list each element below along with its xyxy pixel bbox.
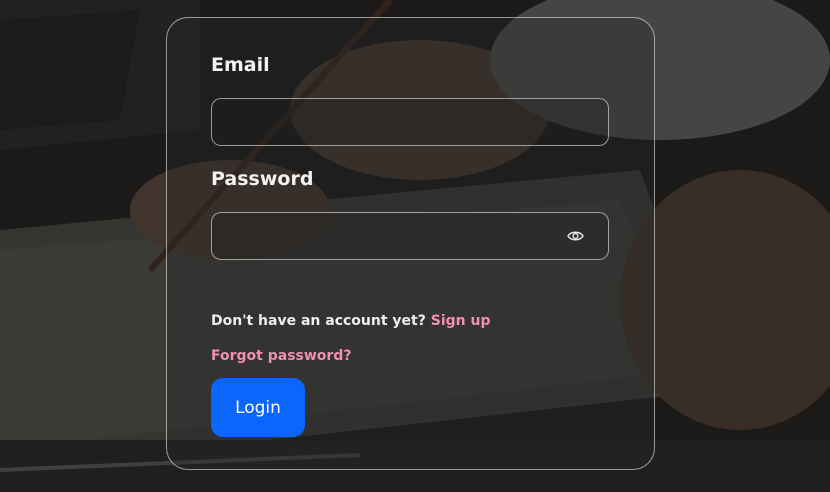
password-field[interactable] [212, 213, 608, 259]
password-field-container [211, 212, 609, 260]
email-field-container [211, 98, 609, 146]
login-button[interactable]: Login [211, 378, 305, 437]
login-card: Email Password Don't have an account yet… [166, 17, 655, 470]
forgot-password-link[interactable]: Forgot password? [211, 348, 351, 364]
email-label: Email [211, 54, 270, 76]
email-field[interactable] [212, 99, 608, 145]
signup-prompt-text: Don't have an account yet? [211, 313, 431, 329]
password-label: Password [211, 168, 314, 190]
signup-link[interactable]: Sign up [431, 313, 491, 329]
signup-prompt: Don't have an account yet? Sign up [211, 313, 490, 329]
eye-icon[interactable] [567, 229, 584, 243]
